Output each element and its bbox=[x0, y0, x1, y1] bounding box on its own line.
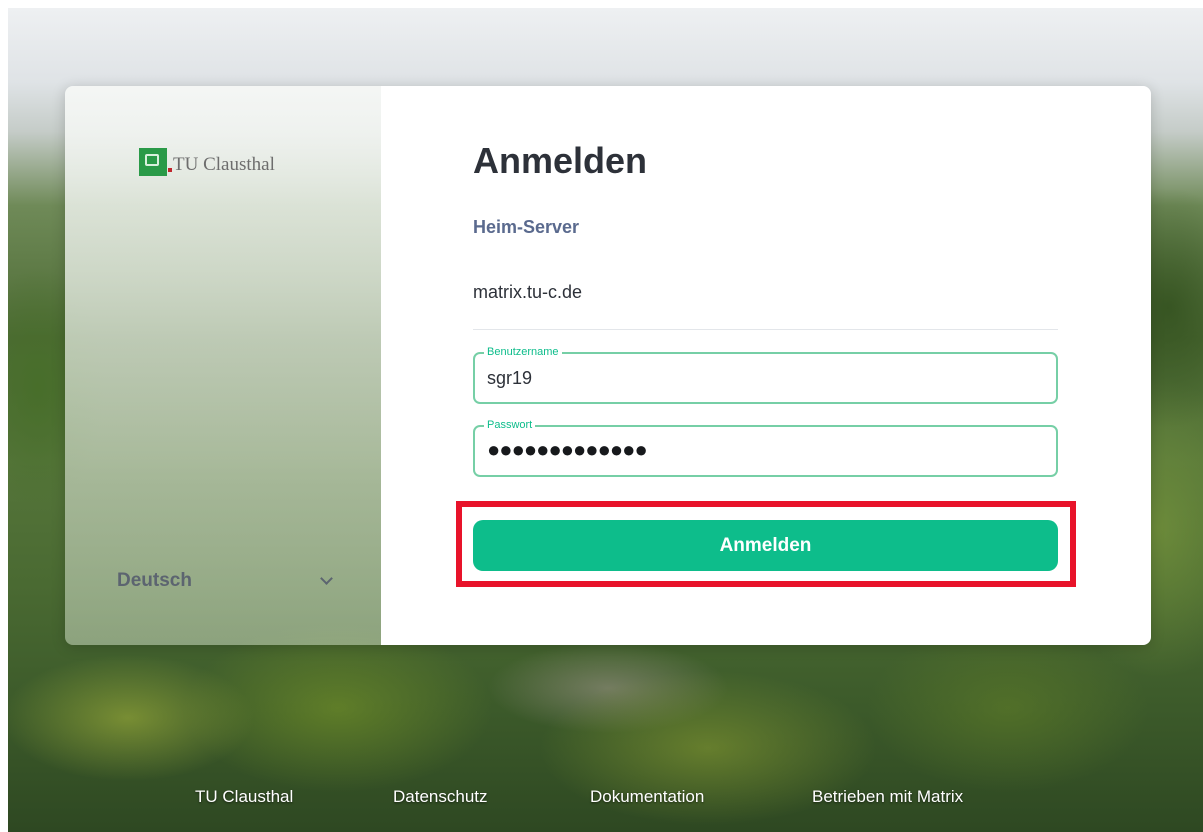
language-selector[interactable]: Deutsch bbox=[117, 568, 337, 594]
footer-link-datenschutz[interactable]: Datenschutz bbox=[393, 787, 488, 807]
username-field[interactable]: Benutzername sgr19 bbox=[473, 346, 1058, 404]
footer-link-matrix[interactable]: Betrieben mit Matrix bbox=[812, 787, 963, 807]
tu-clausthal-logo-icon bbox=[139, 148, 167, 176]
username-label: Benutzername bbox=[484, 346, 562, 358]
language-label: Deutsch bbox=[117, 570, 192, 591]
footer: TU Clausthal Datenschutz Dokumentation B… bbox=[0, 787, 1203, 811]
password-label: Passwort bbox=[484, 419, 536, 431]
homeserver-value: matrix.tu-c.de bbox=[473, 282, 583, 302]
footer-link-tu-clausthal[interactable]: TU Clausthal bbox=[195, 787, 293, 807]
login-form-panel: Anmelden Heim-Server matrix.tu-c.de Benu… bbox=[381, 86, 1151, 645]
divider bbox=[473, 329, 1058, 330]
footer-link-dokumentation[interactable]: Dokumentation bbox=[590, 787, 704, 807]
logo-dot bbox=[168, 168, 172, 172]
branding-panel: TU Clausthal Deutsch bbox=[65, 86, 381, 645]
login-card: TU Clausthal Deutsch Anmelden Heim-Serve… bbox=[65, 86, 1151, 645]
org-logo: TU Clausthal bbox=[139, 148, 275, 176]
password-value: ●●●●●●●●●●●●● bbox=[487, 437, 648, 462]
login-button[interactable]: Anmelden bbox=[473, 520, 1058, 571]
homeserver-label: Heim-Server bbox=[473, 217, 580, 237]
username-value: sgr19 bbox=[487, 368, 533, 388]
logo-text: TU Clausthal bbox=[173, 154, 275, 175]
password-field[interactable]: Passwort ●●●●●●●●●●●●● bbox=[473, 419, 1058, 477]
page: TU Clausthal Deutsch Anmelden Heim-Serve… bbox=[0, 0, 1203, 832]
page-title: Anmelden bbox=[473, 140, 648, 181]
chevron-down-icon bbox=[320, 572, 333, 585]
